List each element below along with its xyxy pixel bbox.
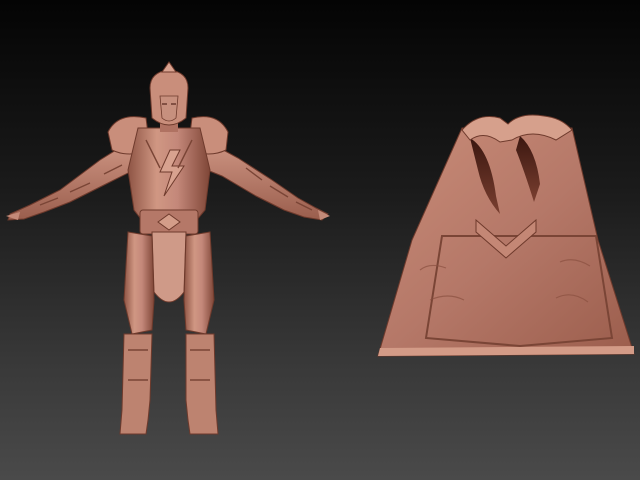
right-leg [183,231,215,335]
3d-viewport[interactable] [0,0,640,480]
cape-body [377,127,635,357]
helmet-crest [161,61,177,73]
left-boot [119,333,153,435]
scene-canvas [6,61,635,435]
face [159,95,179,122]
right-boot [185,333,219,435]
left-arm [6,139,135,221]
cape-model[interactable] [377,114,635,357]
armored-warrior-figure[interactable] [6,61,330,435]
left-leg [123,231,155,335]
loincloth [151,231,187,303]
